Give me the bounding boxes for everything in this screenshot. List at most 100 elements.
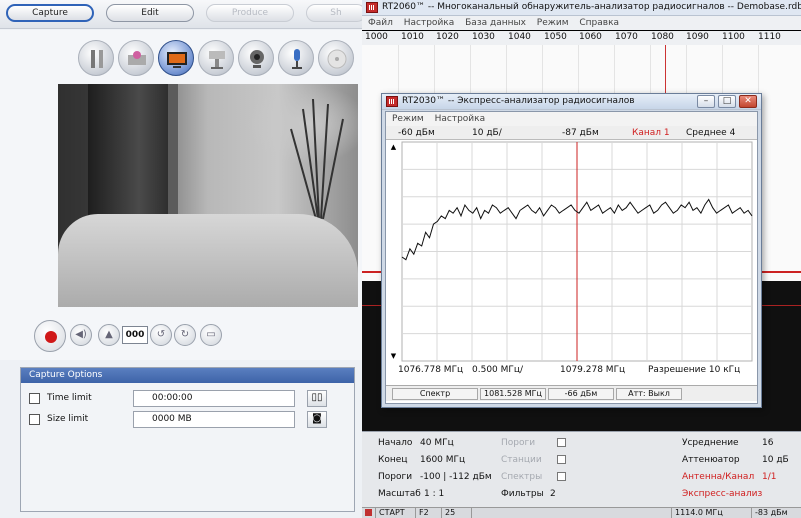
averaging-value[interactable]: 16: [762, 438, 773, 448]
rt2030-menu-bar: Режим Настройка: [386, 112, 757, 126]
express-analysis-link[interactable]: Экспресс-анализ: [682, 489, 762, 499]
snapshot-button[interactable]: ▭: [200, 324, 222, 346]
status-count: 25: [442, 508, 472, 518]
thresholds-label: Пороги: [378, 472, 413, 482]
status-spacer: [472, 508, 672, 518]
freq-tick: 1060: [579, 32, 602, 42]
attenuator-label: Аттенюатор: [682, 455, 740, 465]
size-limit-field[interactable]: 0000 MB: [133, 411, 295, 428]
menu-database[interactable]: База данных: [465, 18, 526, 28]
spectrum-plot: [401, 141, 753, 362]
webcam-icon[interactable]: [238, 40, 274, 76]
rt2030-status-bar: Спектр 1081.528 МГц -66 дБм Атт: Выкл: [386, 385, 757, 401]
option-thresholds-label: Пороги: [501, 438, 536, 448]
freq-tick: 1050: [544, 32, 567, 42]
vertical-division: 10 дБ/: [472, 128, 502, 138]
channel-label: Канал 1: [632, 128, 670, 138]
freq-tick: 1110: [758, 32, 781, 42]
app-icon: [366, 2, 378, 13]
menu-mode[interactable]: Режим: [537, 18, 569, 28]
status-level: -83 дБм: [755, 508, 788, 517]
option-stations[interactable]: Станции: [501, 455, 542, 465]
marker-level: -66 дБм: [548, 388, 614, 400]
rt2030-title-bar[interactable]: RT2030™ -- Экспресс-анализатор радиосигн…: [382, 94, 761, 110]
scroll-down-icon[interactable]: ▼: [389, 351, 398, 361]
freq-tick: 1030: [472, 32, 495, 42]
marker-level-top: -87 дБм: [562, 128, 599, 138]
end-label: Конец: [378, 455, 408, 465]
start-label: Начало: [378, 438, 413, 448]
book-icon[interactable]: ▯▯: [307, 390, 327, 407]
filters-label: Фильтры: [501, 489, 544, 499]
projector-icon[interactable]: [198, 40, 234, 76]
maximize-icon[interactable]: □: [718, 95, 736, 108]
close-icon[interactable]: ✕: [739, 95, 757, 108]
rewind-button[interactable]: ↺: [150, 324, 172, 346]
tab-edit[interactable]: Edit: [106, 4, 194, 22]
capture-options-panel: Capture Options Time limit 00:00:00 ▯▯ S…: [20, 367, 355, 512]
option-stations-checkbox[interactable]: [553, 455, 566, 466]
frame-counter[interactable]: 000: [122, 326, 148, 344]
menu-file[interactable]: Файл: [368, 18, 393, 28]
resolution-bandwidth: Разрешение 10 кГц: [648, 365, 741, 375]
volume-icon[interactable]: ◀): [70, 324, 92, 346]
marker-frequency: 1081.528 МГц: [480, 388, 546, 400]
menu-mode[interactable]: Режим: [392, 114, 424, 124]
reference-level: -60 дБм: [398, 128, 435, 138]
capture-options-header: Capture Options: [21, 368, 354, 383]
rt2060-menu-bar: Файл Настройка База данных Режим Справка: [362, 16, 801, 30]
rt2060-title: RT2060™ -- Многоканальный обнаружитель-а…: [382, 2, 801, 12]
freq-tick: 1010: [401, 32, 424, 42]
scale-value[interactable]: 1 : 1: [424, 489, 444, 499]
freq-tick: 1100: [722, 32, 745, 42]
rt2030-title: RT2030™ -- Экспресс-анализатор радиосигн…: [402, 96, 635, 106]
scroll-up-icon[interactable]: ▲: [389, 142, 398, 152]
end-value[interactable]: 1600 МГц: [420, 455, 465, 465]
average-label: Среднее 4: [686, 128, 736, 138]
camera-icon[interactable]: ◙: [307, 411, 327, 428]
freq-tick: 1090: [686, 32, 709, 42]
option-spectra[interactable]: Спектры: [501, 472, 542, 482]
menu-help[interactable]: Справка: [579, 18, 619, 28]
capture-app-window: Capture Edit Produce Sh ◀) ▲ 000 ↺ ↻ ▭ C…: [0, 0, 362, 518]
record-button[interactable]: [34, 320, 66, 352]
time-limit-checkbox[interactable]: [29, 393, 40, 404]
tools-icon[interactable]: [78, 40, 114, 76]
minimize-icon[interactable]: –: [697, 95, 715, 108]
status-key: F2: [416, 508, 442, 518]
start-value[interactable]: 40 МГц: [420, 438, 454, 448]
spectrum-info-bar: -60 дБм 10 дБ/ -87 дБм Канал 1 Среднее 4: [386, 126, 757, 140]
up-arrow-button[interactable]: ▲: [98, 324, 120, 346]
start-button[interactable]: СТАРТ: [376, 508, 416, 518]
filters-value[interactable]: 2: [550, 489, 556, 499]
antenna-label: Антенна/Канал: [682, 472, 755, 482]
attenuator-status[interactable]: Атт: Выкл: [616, 388, 682, 400]
option-thresholds-checkbox[interactable]: [553, 438, 566, 449]
rt2030-window: RT2030™ -- Экспресс-анализатор радиосигн…: [381, 93, 762, 408]
menu-settings[interactable]: Настройка: [435, 114, 486, 124]
option-spectra-checkbox[interactable]: [553, 472, 566, 483]
antenna-value[interactable]: 1/1: [762, 472, 776, 482]
tab-share[interactable]: Sh: [306, 4, 362, 22]
time-limit-field[interactable]: 00:00:00: [133, 390, 295, 407]
effects-icon[interactable]: [118, 40, 154, 76]
spectrum-chart[interactable]: ▲ ▼: [386, 140, 757, 363]
tab-produce[interactable]: Produce: [206, 4, 294, 22]
center-frequency: 1079.278 МГц: [560, 365, 626, 375]
menu-settings[interactable]: Настройка: [404, 18, 455, 28]
forward-button[interactable]: ↻: [174, 324, 196, 346]
thresholds-value[interactable]: -100 | -112 дБм: [420, 472, 492, 482]
tab-capture[interactable]: Capture: [6, 4, 94, 22]
option-stations-label: Станции: [501, 455, 542, 465]
size-limit-checkbox[interactable]: [29, 414, 40, 425]
microphone-icon[interactable]: [278, 40, 314, 76]
disc-icon[interactable]: [318, 40, 354, 76]
size-limit-row: Size limit 0000 MB ◙: [29, 411, 349, 429]
freq-tick: 1080: [651, 32, 674, 42]
attenuator-value[interactable]: 10 дБ: [762, 455, 789, 465]
video-icon[interactable]: [158, 40, 194, 76]
rt2030-client-area: Режим Настройка -60 дБм 10 дБ/ -87 дБм К…: [385, 111, 758, 404]
mode-spectrum-button[interactable]: Спектр: [392, 388, 478, 400]
freq-tick: 1040: [508, 32, 531, 42]
option-thresholds[interactable]: Пороги: [501, 438, 535, 448]
